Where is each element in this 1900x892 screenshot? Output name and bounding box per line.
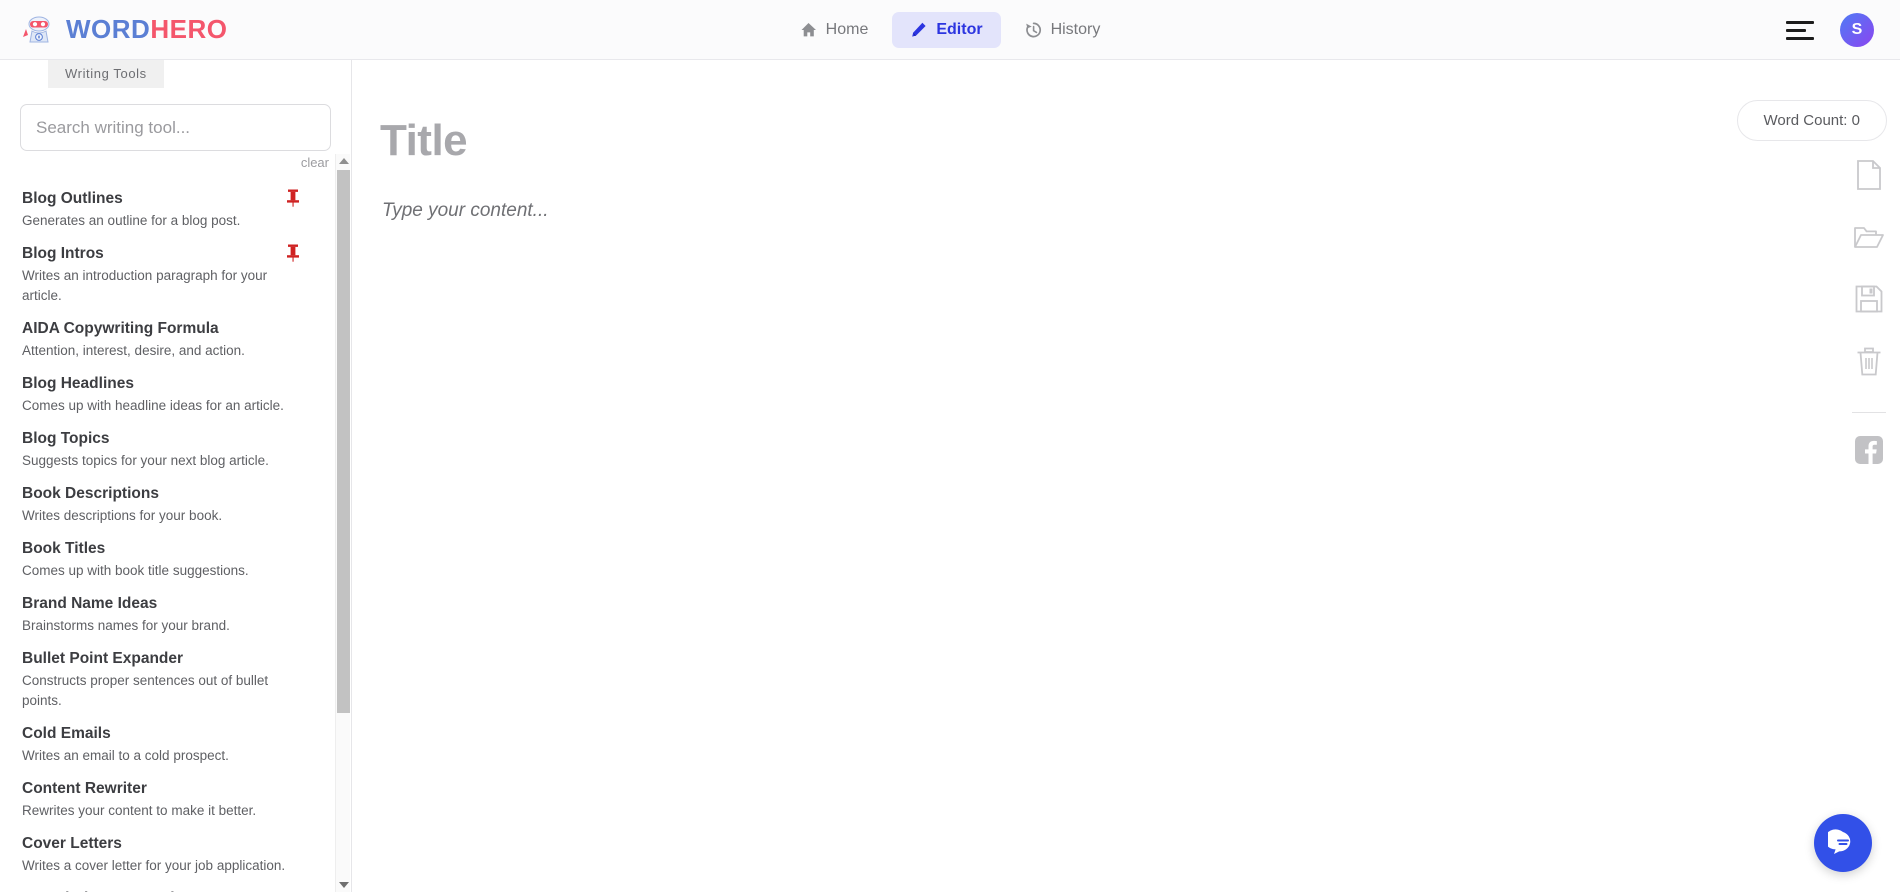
facebook-share-button[interactable] [1846,427,1892,473]
tool-list-item[interactable]: Descriptive ExpressionDescribes things i… [0,882,334,892]
tool-list-item[interactable]: Content RewriterRewrites your content to… [0,772,334,827]
editor-panel: Title Type your content... Word Count: 0 [353,60,1900,892]
tool-description: Constructs proper sentences out of bulle… [22,671,304,711]
tool-description: Writes an email to a cold prospect. [22,746,304,766]
tool-list-item[interactable]: Book DescriptionsWrites descriptions for… [0,477,334,532]
tool-description: Rewrites your content to make it better. [22,801,304,821]
scroll-down-arrow-icon[interactable] [336,878,351,892]
facebook-icon [1855,436,1883,464]
save-icon [1855,285,1883,313]
tool-description: Comes up with headline ideas for an arti… [22,396,304,416]
tool-title: Brand Name Ideas [22,593,304,615]
tool-title: Cover Letters [22,833,304,855]
tool-description: Brainstorms names for your brand. [22,616,304,636]
scroll-up-arrow-icon[interactable] [336,154,351,168]
document-title-input[interactable]: Title [380,116,467,166]
open-folder-icon [1854,224,1884,250]
nav-label-history: History [1051,21,1101,39]
tool-title: Blog Intros [22,243,304,265]
scrollbar-thumb[interactable] [337,170,350,713]
editor-tools-rail [1838,60,1900,892]
nav-item-editor[interactable]: Editor [892,12,1000,48]
pin-icon[interactable] [286,244,300,262]
clear-search-link[interactable]: clear [0,151,351,170]
tool-list-item[interactable]: Blog HeadlinesComes up with headline ide… [0,367,334,422]
nav-item-history[interactable]: History [1007,12,1119,48]
tool-list-item[interactable]: Brand Name IdeasBrainstorms names for yo… [0,587,334,642]
main-navigation: Home Editor History [0,12,1900,48]
rail-divider [1852,412,1886,413]
tool-title: Content Rewriter [22,778,304,800]
superhero-robot-logo-icon [22,15,56,45]
nav-label-home: Home [826,21,869,39]
tool-title: AIDA Copywriting Formula [22,318,304,340]
sidebar-tabstrip: Writing Tools [0,60,351,93]
tool-list-item[interactable]: Cover LettersWrites a cover letter for y… [0,827,334,882]
tool-list-item[interactable]: Blog OutlinesGenerates an outline for a … [0,182,334,237]
save-button[interactable] [1846,276,1892,322]
tool-description: Writes descriptions for your book. [22,506,304,526]
avatar[interactable]: S [1840,13,1874,47]
search-area [0,104,351,151]
tool-title: Bullet Point Expander [22,648,304,670]
tool-description: Writes an introduction paragraph for you… [22,266,304,306]
tool-description: Attention, interest, desire, and action. [22,341,304,361]
tool-title: Blog Headlines [22,373,304,395]
tool-description: Suggests topics for your next blog artic… [22,451,304,471]
tool-list-item[interactable]: Bullet Point ExpanderConstructs proper s… [0,642,334,717]
sidebar-scrollbar[interactable] [335,154,350,892]
nav-item-home[interactable]: Home [782,12,887,48]
home-icon [800,22,817,38]
sidebar: Writing Tools clear Blog OutlinesGenerat… [0,60,352,892]
chat-bubble-icon [1828,828,1858,858]
tool-title: Book Titles [22,538,304,560]
nav-label-editor: Editor [936,21,982,39]
tab-writing-tools[interactable]: Writing Tools [48,60,164,88]
top-bar-right-actions: S [1786,0,1874,60]
open-file-button[interactable] [1846,214,1892,260]
document-content-input[interactable]: Type your content... [382,200,549,222]
logo-text: WORDHERO [66,14,227,45]
tool-title: Descriptive Expression [22,888,304,892]
chat-support-button[interactable] [1814,814,1872,872]
tool-list-item[interactable]: AIDA Copywriting FormulaAttention, inter… [0,312,334,367]
logo-hero: HERO [150,14,227,44]
tool-list-item[interactable]: Cold EmailsWrites an email to a cold pro… [0,717,334,772]
pencil-icon [910,22,927,38]
delete-button[interactable] [1846,338,1892,384]
hamburger-menu-icon[interactable] [1786,16,1814,45]
tool-description: Generates an outline for a blog post. [22,211,304,231]
tool-description: Comes up with book title suggestions. [22,561,304,581]
writing-tool-list[interactable]: Blog OutlinesGenerates an outline for a … [0,182,352,892]
logo[interactable]: WORDHERO [22,14,227,45]
pin-icon[interactable] [286,189,300,207]
tool-title: Book Descriptions [22,483,304,505]
delete-icon [1856,347,1882,376]
tool-list-item[interactable]: Blog TopicsSuggests topics for your next… [0,422,334,477]
new-document-icon [1856,160,1882,190]
tool-title: Blog Outlines [22,188,304,210]
tool-title: Cold Emails [22,723,304,745]
tool-description: Writes a cover letter for your job appli… [22,856,304,876]
top-bar: WORDHERO Home Editor History [0,0,1900,60]
logo-word: WORD [66,14,150,44]
search-input[interactable] [20,104,331,151]
new-document-button[interactable] [1846,152,1892,198]
tool-list-item[interactable]: Blog IntrosWrites an introduction paragr… [0,237,334,312]
tool-title: Blog Topics [22,428,304,450]
history-icon [1025,22,1042,38]
tool-list-item[interactable]: Book TitlesComes up with book title sugg… [0,532,334,587]
